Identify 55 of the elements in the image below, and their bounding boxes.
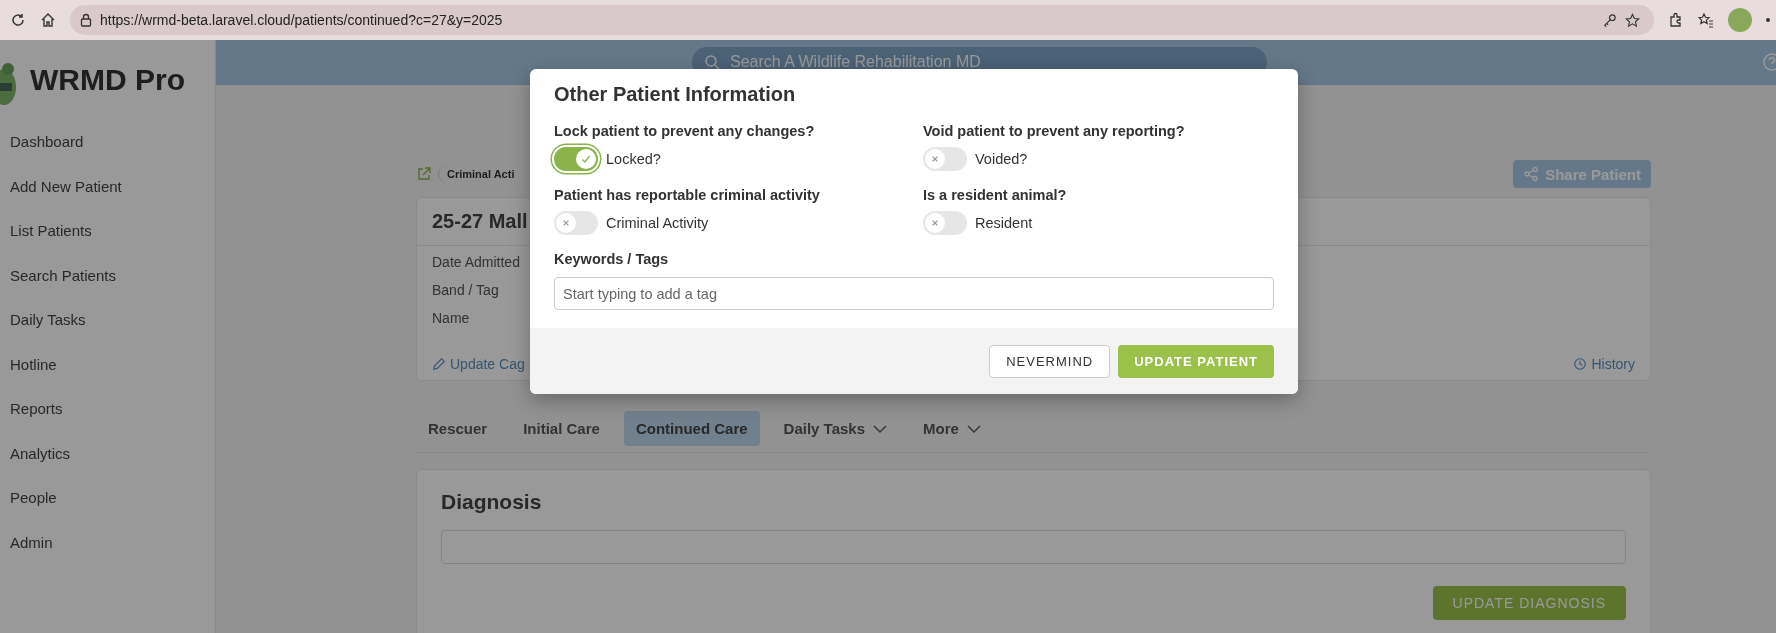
modal-title: Other Patient Information <box>554 83 797 106</box>
toggle-label: Resident <box>975 215 1033 231</box>
sidebar-item[interactable]: List Patients <box>0 209 215 254</box>
brand-name: WRMD Pro <box>30 63 185 97</box>
sidebar-item[interactable]: Hotline <box>0 342 215 387</box>
star-icon[interactable] <box>1625 12 1640 28</box>
tab[interactable]: Daily Tasks <box>771 411 900 446</box>
chevron-down-icon <box>966 424 981 433</box>
toggle-switch[interactable] <box>923 211 967 235</box>
toggle-switch[interactable] <box>554 211 598 235</box>
home-icon[interactable] <box>40 12 56 28</box>
extension-icon[interactable] <box>1668 12 1684 28</box>
sidebar-item[interactable]: Reports <box>0 387 215 432</box>
chevron-down-icon <box>873 424 888 433</box>
question-label: Void patient to prevent any reporting? <box>923 123 1186 139</box>
sidebar-item[interactable]: People <box>0 476 215 521</box>
address-bar[interactable]: https://wrmd-beta.laravel.cloud/patients/continued?c=27&y=2025 <box>70 5 1654 35</box>
pencil-icon <box>432 357 446 371</box>
tab[interactable]: Rescuer <box>416 411 500 446</box>
toggle-label: Criminal Activity <box>606 215 709 231</box>
field-label: Name <box>432 310 470 326</box>
breadcrumb-tag[interactable]: Criminal Acti <box>438 165 515 183</box>
sidebar-item[interactable]: Search Patients <box>0 253 215 298</box>
question-label: Lock patient to prevent any changes? <box>554 123 816 139</box>
lock-icon <box>80 13 92 27</box>
toggle-label: Locked? <box>606 151 661 167</box>
tab[interactable]: Continued Care <box>623 411 760 446</box>
sidebar-item[interactable]: Add New Patient <box>0 164 215 209</box>
sidebar-item[interactable]: Analytics <box>0 431 215 476</box>
toggle-switch[interactable] <box>923 147 967 171</box>
check-icon <box>580 153 592 165</box>
update-link[interactable]: Update Cag <box>432 356 525 372</box>
tab[interactable]: Initial Care <box>511 411 612 446</box>
field-label: Date Admitted <box>432 254 520 270</box>
menu-icon[interactable] <box>1766 18 1770 22</box>
section-title: Diagnosis <box>441 490 543 514</box>
field-label: Keywords / Tags <box>554 251 670 267</box>
help-icon[interactable] <box>1762 52 1776 72</box>
toggle-label: Voided? <box>975 151 1028 167</box>
field-label: Band / Tag <box>432 282 499 298</box>
avatar[interactable] <box>1728 8 1752 32</box>
favorites-icon[interactable] <box>1698 12 1714 28</box>
history-link[interactable]: History <box>1573 356 1635 372</box>
nevermind-button[interactable]: NEVERMIND <box>989 344 1111 378</box>
clock-icon <box>1573 357 1588 371</box>
key-icon[interactable] <box>1602 12 1617 28</box>
toggle-switch[interactable] <box>554 147 598 171</box>
sidebar-item[interactable]: Admin <box>0 520 215 565</box>
sidebar-item[interactable]: Dashboard <box>0 120 215 165</box>
reload-icon[interactable] <box>10 12 26 28</box>
tab[interactable]: More <box>911 411 993 446</box>
share-icon <box>1523 166 1540 182</box>
external-link-icon[interactable] <box>416 166 432 182</box>
sidebar-item[interactable]: Daily Tasks <box>0 298 215 343</box>
tags-input[interactable]: Start typing to add a tag <box>554 277 1274 310</box>
